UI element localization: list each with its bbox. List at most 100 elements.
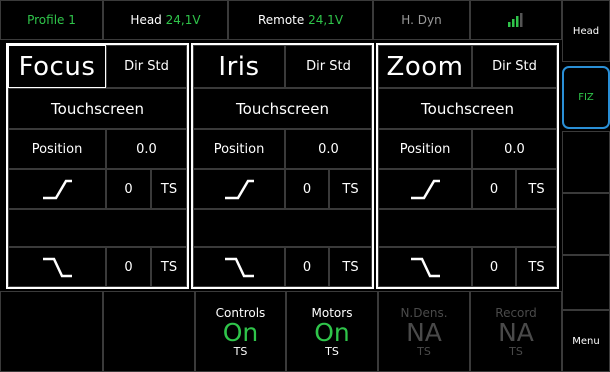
- upper-limit-button[interactable]: [8, 169, 106, 209]
- position-label: Position: [8, 129, 106, 169]
- axis-panel-zoom: Zoom Dir Std Touchscreen Position 0.0 0 …: [376, 43, 559, 289]
- ramp-up-icon: [225, 179, 254, 200]
- position-value: 0.0: [285, 129, 372, 169]
- profile-indicator[interactable]: Profile 1: [0, 0, 103, 40]
- controls-tile[interactable]: Controls On TS: [195, 291, 286, 372]
- mode-indicator[interactable]: H. Dyn: [373, 0, 470, 40]
- remote-voltage: Remote 24,1V: [228, 0, 373, 40]
- upper-limit-value-text: 0: [489, 181, 499, 197]
- ramp-down-icon: [225, 257, 254, 278]
- position-value-text: 0.0: [318, 141, 339, 157]
- axis-name[interactable]: Zoom: [378, 45, 472, 88]
- sidebar-item-menu[interactable]: Menu: [562, 310, 610, 372]
- signal-indicator: [470, 0, 562, 40]
- source-label: Touchscreen: [421, 99, 514, 118]
- axis-name-label: Iris: [218, 51, 260, 82]
- motors-tile[interactable]: Motors On TS: [286, 291, 378, 372]
- lower-limit-button[interactable]: [8, 247, 106, 287]
- lower-limit-source[interactable]: TS: [151, 247, 187, 287]
- sidebar-item-label: Head: [572, 25, 600, 37]
- sidebar-item-label: Menu: [572, 335, 600, 347]
- sidebar-item-fiz[interactable]: FIZ: [562, 66, 610, 129]
- lower-limit-value-text: 0: [302, 259, 312, 275]
- motors-value: On: [314, 317, 350, 347]
- ramp-up-icon: [43, 179, 72, 200]
- lower-limit-value: 0: [472, 247, 516, 287]
- direction-label: Dir Std: [492, 59, 537, 74]
- upper-limit-source[interactable]: TS: [329, 169, 372, 209]
- position-value: 0.0: [472, 129, 557, 169]
- head-label: Head: [130, 13, 162, 27]
- bottom-empty-1[interactable]: [0, 291, 103, 372]
- position-value-text: 0.0: [504, 141, 525, 157]
- source-selector[interactable]: Touchscreen: [193, 88, 372, 129]
- lower-limit-value-text: 0: [489, 259, 499, 275]
- axis-panel-focus: Focus Dir Std Touchscreen Position 0.0 0…: [6, 43, 189, 289]
- spacer-row: [193, 209, 372, 247]
- upper-limit-source-text: TS: [342, 181, 359, 197]
- lower-limit-source[interactable]: TS: [516, 247, 557, 287]
- controls-value: On: [222, 317, 259, 347]
- source-selector[interactable]: Touchscreen: [378, 88, 557, 129]
- axis-name[interactable]: Iris: [193, 45, 285, 88]
- controls-source: TS: [233, 344, 248, 358]
- record-value: NA: [498, 317, 534, 347]
- n-dens-tile[interactable]: N.Dens. NA TS: [378, 291, 470, 372]
- direction-button[interactable]: Dir Std: [472, 45, 557, 88]
- lower-limit-button[interactable]: [193, 247, 285, 287]
- bottom-empty-2[interactable]: [103, 291, 195, 372]
- ramp-down-icon: [43, 257, 72, 278]
- n-dens-value: NA: [406, 317, 442, 347]
- sidebar-item-empty-3[interactable]: [562, 255, 610, 310]
- position-label: Position: [378, 129, 472, 169]
- direction-button[interactable]: Dir Std: [106, 45, 187, 88]
- ramp-down-icon: [411, 257, 440, 278]
- lower-limit-value: 0: [285, 247, 329, 287]
- lower-limit-button[interactable]: [378, 247, 472, 287]
- remote-voltage-value: 24,1V: [308, 13, 344, 27]
- position-value-text: 0.0: [136, 141, 157, 157]
- position-label-text: Position: [399, 141, 451, 157]
- sidebar-item-empty-1[interactable]: [562, 131, 610, 193]
- upper-limit-value-text: 0: [302, 181, 312, 197]
- lower-limit-source[interactable]: TS: [329, 247, 372, 287]
- upper-limit-value-text: 0: [124, 181, 133, 197]
- axis-name[interactable]: Focus: [8, 45, 106, 88]
- upper-limit-source[interactable]: TS: [516, 169, 557, 209]
- signal-bars-icon: [508, 13, 523, 27]
- lower-limit-value-text: 0: [124, 259, 133, 275]
- upper-limit-source[interactable]: TS: [151, 169, 187, 209]
- upper-limit-source-text: TS: [160, 181, 178, 197]
- motors-source: TS: [325, 344, 339, 358]
- direction-label: Dir Std: [306, 59, 351, 74]
- head-voltage: Head 24,1V: [103, 0, 228, 40]
- ramp-up-icon: [411, 179, 440, 200]
- profile-label: Profile 1: [27, 13, 76, 27]
- direction-label: Dir Std: [124, 59, 169, 74]
- upper-limit-value: 0: [472, 169, 516, 209]
- direction-button[interactable]: Dir Std: [285, 45, 372, 88]
- n-dens-source: TS: [417, 344, 431, 358]
- spacer-row: [378, 209, 557, 247]
- lower-limit-source-text: TS: [160, 259, 178, 275]
- source-label: Touchscreen: [51, 99, 144, 118]
- axis-panel-iris: Iris Dir Std Touchscreen Position 0.0 0 …: [191, 43, 374, 289]
- head-voltage-value: 24,1V: [165, 13, 201, 27]
- lower-limit-value: 0: [106, 247, 151, 287]
- position-label-text: Position: [31, 141, 83, 157]
- upper-limit-source-text: TS: [528, 181, 545, 197]
- sidebar-item-empty-2[interactable]: [562, 193, 610, 255]
- remote-label: Remote: [257, 13, 305, 27]
- record-tile[interactable]: Record NA TS: [470, 291, 562, 372]
- position-value: 0.0: [106, 129, 187, 169]
- source-selector[interactable]: Touchscreen: [8, 88, 187, 129]
- upper-limit-button[interactable]: [193, 169, 285, 209]
- upper-limit-button[interactable]: [378, 169, 472, 209]
- lower-limit-source-text: TS: [528, 259, 545, 275]
- upper-limit-value: 0: [285, 169, 329, 209]
- mode-label: H. Dyn: [401, 13, 442, 27]
- position-label-text: Position: [213, 141, 265, 157]
- sidebar-item-head[interactable]: Head: [562, 0, 610, 62]
- axis-name-label: Zoom: [386, 51, 464, 82]
- spacer-row: [8, 209, 187, 247]
